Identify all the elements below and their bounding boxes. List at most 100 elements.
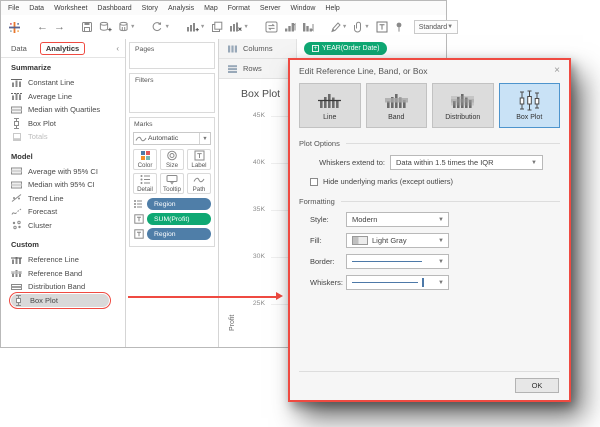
analytics-item-box-plot[interactable]: Box Plot [11, 117, 125, 131]
detail-shelf-icon [133, 199, 144, 209]
menu-dashboard[interactable]: Dashboard [97, 5, 131, 12]
analytics-item-reference-band[interactable]: Reference Band [11, 267, 125, 281]
analytics-item-box-plot[interactable]: Box Plot [8, 291, 112, 309]
type-button-line[interactable]: Line [299, 83, 361, 128]
analytics-pane-body: Summarize Constant Line Average Line Median… [1, 58, 125, 315]
swap-axes-icon[interactable] [265, 21, 278, 33]
columns-shelf[interactable]: Columns + YEAR(Order Date) [219, 39, 446, 59]
hide-marks-checkbox[interactable] [310, 177, 318, 186]
analytics-item-median-with-95-ci[interactable]: Median with 95% CI [11, 178, 125, 192]
analytics-item-label: Average with 95% CI [28, 166, 98, 176]
analytics-item-label: Distribution Band [28, 282, 86, 292]
marks-pills: Region SUM(Profit) Region [133, 198, 211, 240]
show-labels-icon[interactable] [376, 21, 388, 33]
field-pill-sum-profit-[interactable]: SUM(Profit) [147, 213, 211, 225]
menu-worksheet[interactable]: Worksheet [54, 5, 87, 12]
analytics-item-forecast[interactable]: Forecast [11, 205, 125, 219]
type-button-box-plot[interactable]: Box Plot [498, 83, 560, 128]
analytics-item-average-with-95-ci[interactable]: Average with 95% CI [11, 165, 125, 179]
whiskers-dropdown[interactable]: ▼ [346, 275, 449, 290]
analytics-item-constant-line[interactable]: Constant Line [11, 76, 125, 90]
undo-icon[interactable]: ← [37, 21, 48, 33]
mark-button-label[interactable]: Label [187, 149, 211, 170]
chevron-down-icon[interactable]: ▼ [342, 24, 347, 30]
mark-button-size[interactable]: Size [160, 149, 184, 170]
menu-format[interactable]: Format [228, 5, 250, 12]
sort-ascending-icon[interactable] [284, 21, 296, 33]
y-tick-45K: 45K [252, 112, 265, 119]
style-dropdown[interactable]: Modern ▼ [346, 212, 449, 227]
mark-button-tooltip[interactable]: Tooltip [160, 173, 184, 194]
type-button-band[interactable]: Band [365, 83, 427, 128]
chevron-down-icon[interactable]: ▼ [130, 24, 135, 30]
analytics-item-trend-line[interactable]: Trend Line [11, 192, 125, 206]
annotation-arrow-head [276, 292, 283, 300]
dlg-boxplot-icon [517, 90, 542, 111]
style-row: Style: Modern ▼ [310, 212, 569, 227]
analytics-item-cluster[interactable]: Cluster [11, 219, 125, 233]
chevron-down-icon[interactable]: ▼ [164, 24, 169, 30]
y-tick-30K: 30K [252, 253, 265, 260]
box-whisker-icon [13, 294, 24, 306]
collapse-pane-icon[interactable]: ‹ [116, 44, 119, 53]
type-button-distribution[interactable]: Distribution [432, 83, 494, 128]
border-label: Border: [310, 257, 335, 266]
analytics-item-average-line[interactable]: Average Line [11, 90, 125, 104]
menu-map[interactable]: Map [204, 5, 218, 12]
mark-type-dropdown[interactable]: Automatic ▼ [133, 132, 211, 145]
whiskers-extend-row: Whiskers extend to: Data within 1.5 time… [299, 155, 543, 170]
field-pill-region[interactable]: Region [147, 198, 211, 210]
menu-analysis[interactable]: Analysis [168, 5, 194, 12]
chevron-down-icon[interactable]: ▼ [200, 24, 205, 30]
ci-band-icon [11, 180, 22, 190]
data-source-icon[interactable]: ▼ [118, 21, 135, 33]
clear-sheet-icon[interactable]: ▼ [229, 21, 249, 33]
expand-hierarchy-icon[interactable]: + [312, 45, 319, 52]
whiskers-extend-dropdown[interactable]: Data within 1.5 times the IQR ▼ [390, 155, 543, 170]
chevron-down-icon[interactable]: ▼ [364, 24, 369, 30]
mark-button-color[interactable]: Color [133, 149, 157, 170]
add-data-icon[interactable] [99, 21, 112, 33]
format-icon[interactable]: ▼ [353, 21, 370, 33]
menu-file[interactable]: File [8, 5, 19, 12]
menu-story[interactable]: Story [142, 5, 158, 12]
menu-help[interactable]: Help [325, 5, 339, 12]
menu-server[interactable]: Server [260, 5, 281, 12]
fit-selector[interactable]: Standard ▼ [413, 20, 459, 34]
dialog-footer-divider [299, 371, 560, 372]
new-worksheet-icon[interactable]: ▼ [186, 21, 205, 33]
fill-label: Fill: [310, 236, 322, 245]
sheet-title: Box Plot [241, 88, 281, 100]
duplicate-sheet-icon[interactable] [211, 21, 223, 33]
close-icon[interactable]: × [554, 66, 560, 76]
analytics-item-distribution-band[interactable]: Distribution Band [11, 280, 125, 294]
menu-window[interactable]: Window [291, 5, 316, 12]
analytics-item-median-with-quartiles[interactable]: Median with Quartiles [11, 103, 125, 117]
sort-descending-icon[interactable] [302, 21, 314, 33]
path-icon [193, 175, 205, 185]
highlight-icon[interactable]: ▼ [330, 21, 347, 33]
analytics-item-reference-line[interactable]: Reference Line [11, 253, 125, 267]
screenshot-canvas: File Data Worksheet Dashboard Story Analysis M… [0, 0, 600, 427]
ok-button[interactable]: OK [515, 378, 559, 393]
border-dropdown[interactable]: ▼ [346, 254, 449, 269]
fix-axes-icon[interactable] [394, 21, 404, 33]
refresh-icon[interactable]: ▼ [151, 21, 170, 33]
save-icon[interactable] [81, 21, 93, 33]
field-pill-region[interactable]: Region [147, 228, 211, 240]
tab-analytics[interactable]: Analytics [39, 41, 86, 55]
pages-shelf[interactable]: Pages [129, 42, 215, 69]
chevron-down-icon[interactable]: ▼ [243, 24, 248, 30]
filters-shelf[interactable]: Filters [129, 73, 215, 113]
mark-button-path[interactable]: Path [187, 173, 211, 194]
tooltip-icon [166, 174, 178, 185]
tableau-logo-icon[interactable] [8, 21, 21, 34]
tab-data[interactable]: Data [11, 44, 27, 53]
fill-dropdown[interactable]: Light Gray ▼ [346, 233, 449, 248]
mark-button-detail[interactable]: Detail [133, 173, 157, 194]
border-line-sample [352, 260, 422, 263]
redo-icon[interactable]: → [54, 21, 65, 33]
chevron-down-icon[interactable]: ▼ [199, 133, 210, 144]
menu-data[interactable]: Data [29, 5, 44, 12]
columns-pill-year-order-date[interactable]: + YEAR(Order Date) [304, 42, 388, 55]
